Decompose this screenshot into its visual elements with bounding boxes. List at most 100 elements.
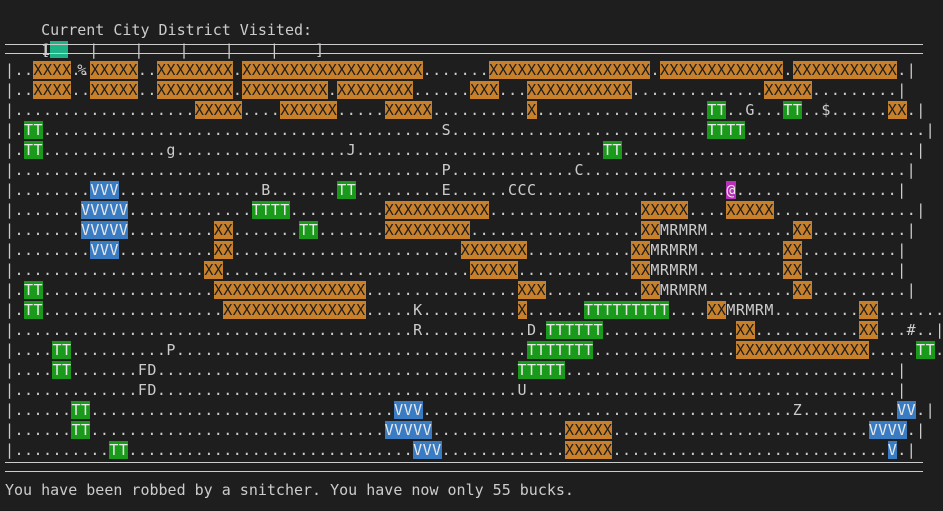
map-ground: |. <box>5 141 24 159</box>
map-ground: .| <box>916 401 936 419</box>
building-tile: XXXXX <box>194 101 243 119</box>
map-ground: .............g..................J.......… <box>42 141 603 159</box>
map-ground: . <box>232 81 243 99</box>
map-ground: . <box>783 61 793 79</box>
map-ground: .. <box>137 81 157 99</box>
building-tile: XX <box>887 101 907 119</box>
map-ground: ..$...... <box>802 101 888 119</box>
map-ground: ...................| <box>745 121 936 139</box>
map-ground: ...............................| <box>621 141 926 159</box>
tree-tile: TT <box>71 401 91 419</box>
map-row: |.......VVVVV.............TTTT..........… <box>5 200 943 220</box>
building-tile: X <box>527 101 537 119</box>
map-ground: .............................. <box>128 441 414 459</box>
map-ground: ..... <box>868 341 917 359</box>
building-tile: XXXXXXXXXXXXXX <box>735 341 869 359</box>
city-map: |..XXXX..XXXXX..XXXXXXXX.XXXXXXXXXXXXXXX… <box>5 60 943 460</box>
map-row: |...................XXXXX....XXXXXX.....… <box>5 100 943 120</box>
map-ground: |........ <box>5 241 91 259</box>
map-ground: .......... <box>289 201 385 219</box>
tree-tile: TT <box>23 121 43 139</box>
map-ground: ........................ <box>232 241 461 259</box>
map-row: |........VVV..........XX................… <box>5 240 943 260</box>
map-ground: .........E......CCC.................... <box>356 181 727 199</box>
player-marker: @ <box>726 181 736 199</box>
water-tile: VV <box>897 401 917 419</box>
map-ground: MRMRM......... <box>650 241 784 259</box>
tree-tile: TT <box>52 341 72 359</box>
map-ground: ............................... <box>90 421 385 439</box>
water-tile: VVV <box>413 441 442 459</box>
building-tile: XX <box>631 241 651 259</box>
tree-tile: TT <box>71 421 91 439</box>
map-ground: |.................... <box>5 261 205 279</box>
map-ground: ........................................… <box>42 121 708 139</box>
map-ground: MRMRM......... <box>659 221 793 239</box>
tree-tile: TT <box>52 361 72 379</box>
map-ground: . <box>232 61 243 79</box>
map-ground: ............ <box>517 261 632 279</box>
building-tile: XXXXXXXXXXXXXXX <box>223 301 366 319</box>
building-tile: X <box>517 301 528 319</box>
map-ground: ...#..| <box>878 321 943 339</box>
map-ground: ................ <box>489 201 641 219</box>
water-tile: VVV <box>394 401 423 419</box>
building-tile: XX <box>213 241 233 259</box>
building-tile: XXXXXXXX <box>156 81 233 99</box>
map-row: |.TT....................................… <box>5 120 943 140</box>
map-ground: |.. <box>5 61 34 79</box>
tree-tile: TTTTTT <box>545 321 603 339</box>
map-ground: ..........| <box>802 261 907 279</box>
map-ground: |................... <box>5 101 195 119</box>
water-tile: VVVV <box>868 421 907 439</box>
building-tile: XXXXXX <box>280 101 338 119</box>
map-ground: ....... <box>232 221 300 239</box>
tree-tile: TTTT <box>707 121 746 139</box>
map-ground: ............. <box>441 441 565 459</box>
map-ground: .......................... <box>223 261 471 279</box>
map-ground: .......... <box>118 241 214 259</box>
map-ground: . <box>650 61 660 79</box>
map-ground: ...... <box>413 81 471 99</box>
water-tile: VVVVV <box>80 221 129 239</box>
tree-tile: TT <box>109 441 129 459</box>
tree-tile: TT <box>299 221 319 239</box>
bottom-separator <box>5 462 923 472</box>
map-ground: .................. <box>42 281 214 299</box>
map-ground: |. <box>5 121 24 139</box>
building-tile: XXXXX <box>764 81 812 99</box>
map-ground: .| <box>906 421 926 439</box>
building-tile: XXXXX <box>470 261 518 279</box>
building-tile: XX <box>783 261 803 279</box>
map-ground: ..........| <box>811 281 917 299</box>
building-tile: XXX <box>470 81 499 99</box>
message-line: You have been robbed by a snitcher. You … <box>5 481 574 499</box>
map-row: |.......................................… <box>5 320 943 340</box>
top-separator <box>5 44 923 54</box>
building-tile: XXXX <box>33 81 72 99</box>
building-tile: XX <box>631 261 651 279</box>
building-tile: XXXXXXXXX <box>384 221 471 239</box>
map-ground: |...... <box>5 401 72 419</box>
building-tile: XX <box>640 221 660 239</box>
map-ground: |.......... <box>5 441 110 459</box>
map-ground: .2 <box>935 341 943 359</box>
building-tile: XX <box>735 321 755 339</box>
map-ground: ................................ <box>90 401 395 419</box>
building-tile: XX <box>859 321 879 339</box>
tree-tile: TT <box>916 341 936 359</box>
tree-tile: TTTTT <box>517 361 565 379</box>
building-tile: XX <box>783 241 803 259</box>
map-ground: ...... <box>527 301 584 319</box>
map-ground: .. <box>71 61 91 79</box>
map-row: |.......VVVVV.........XX.......TT.......… <box>5 220 943 240</box>
map-ground: ...................................| <box>565 361 907 379</box>
map-ground: ............... <box>593 341 736 359</box>
water-tile: VVV <box>90 181 119 199</box>
tree-tile: TT <box>602 141 622 159</box>
water-tile: VVV <box>90 241 119 259</box>
map-ground: ..... <box>337 101 385 119</box>
building-tile: XXX <box>517 281 547 299</box>
building-tile: XX <box>792 281 812 299</box>
map-row: |.......................................… <box>5 160 943 180</box>
